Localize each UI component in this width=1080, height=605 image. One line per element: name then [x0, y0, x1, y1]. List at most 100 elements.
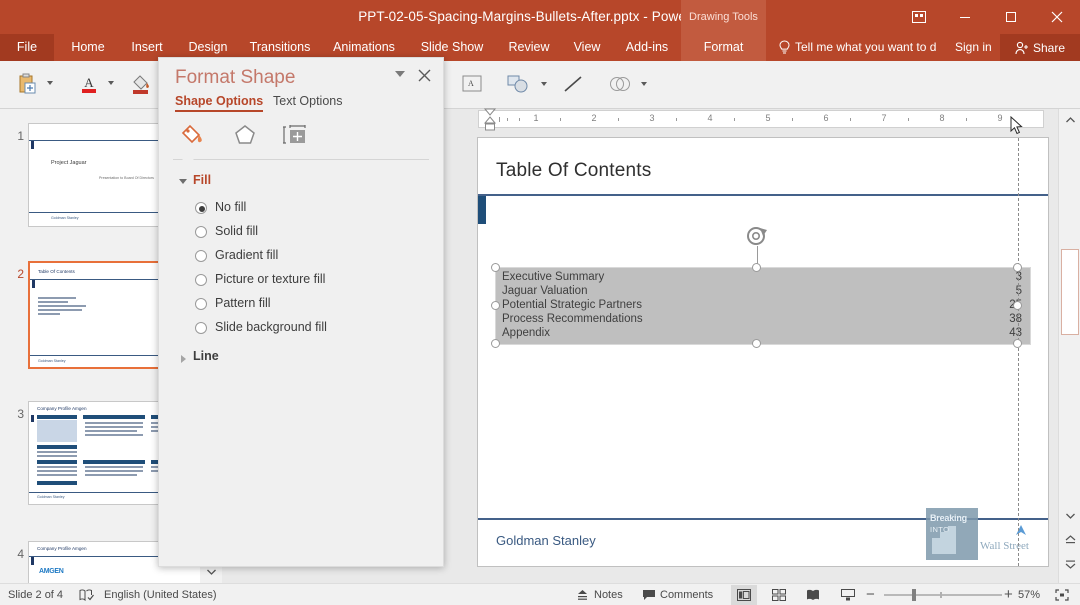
toc-row[interactable]: Executive Summary 3	[502, 271, 1022, 285]
shapes-gallery-button[interactable]	[505, 71, 535, 97]
effects-icon[interactable]	[229, 120, 263, 152]
shapes-dropdown-arrow-icon[interactable]	[541, 82, 547, 86]
tab-text-options[interactable]: Text Options	[273, 94, 342, 108]
toc-row[interactable]: Potential Strategic Partners 25	[502, 299, 1022, 313]
notes-button[interactable]: Notes	[594, 584, 623, 605]
slide-sorter-view-button[interactable]	[766, 585, 792, 605]
fill-section-expand-icon[interactable]	[179, 179, 187, 184]
resize-handle-bottom-center[interactable]	[752, 339, 761, 348]
resize-handle-middle-left[interactable]	[491, 301, 500, 310]
zoom-slider-knob[interactable]	[912, 589, 916, 601]
radio-solid-fill[interactable]	[195, 226, 207, 238]
vertical-scrollbar[interactable]	[1058, 109, 1080, 583]
line-section-header[interactable]: Line	[193, 349, 219, 363]
toc-entry-name: Appendix	[502, 327, 550, 339]
paste-button[interactable]	[14, 69, 42, 99]
resize-handle-bottom-right[interactable]	[1013, 339, 1022, 348]
text-box-button[interactable]: A	[459, 71, 485, 97]
spellcheck-icon[interactable]	[76, 584, 96, 605]
previous-slide-icon	[1065, 535, 1075, 544]
fit-slide-to-window-icon[interactable]	[1052, 584, 1072, 605]
normal-view-button[interactable]	[731, 585, 757, 605]
radio-no-fill[interactable]	[195, 202, 207, 214]
ribbon-tab-view[interactable]: View	[564, 34, 610, 61]
merge-shapes-dropdown-arrow-icon[interactable]	[641, 82, 647, 86]
scroll-down-icon	[1065, 513, 1075, 519]
ribbon-tab-file[interactable]: File	[0, 34, 54, 61]
share-button[interactable]: Share	[1000, 34, 1080, 61]
radio-picture-or-texture-fill[interactable]	[195, 274, 207, 286]
zoom-level-label[interactable]: 57%	[1018, 584, 1040, 605]
shape-fill-button[interactable]	[128, 69, 154, 99]
next-slide-icon	[1065, 560, 1075, 569]
toc-row[interactable]: Process Recommendations 38	[502, 313, 1022, 327]
tell-me-search-input[interactable]: Tell me what you want to d	[795, 34, 936, 61]
zoom-in-button[interactable]: +	[1004, 584, 1013, 605]
indent-marker-icon[interactable]	[483, 108, 497, 137]
resize-handle-middle-right[interactable]	[1013, 301, 1022, 310]
ribbon-tab-add-ins[interactable]: Add-ins	[616, 34, 678, 61]
merge-shapes-button[interactable]	[606, 71, 634, 97]
next-slide-button[interactable]	[1059, 553, 1080, 575]
close-icon[interactable]	[1034, 0, 1080, 34]
resize-handle-bottom-left[interactable]	[491, 339, 500, 348]
share-person-icon	[1015, 41, 1028, 54]
line-section-expand-icon[interactable]	[181, 355, 186, 363]
toc-entry-page: 38	[1009, 313, 1022, 325]
tab-shape-options[interactable]: Shape Options	[175, 94, 264, 112]
line-shape-button[interactable]	[560, 71, 586, 97]
sign-in-button[interactable]: Sign in	[955, 34, 992, 61]
resize-handle-top-center[interactable]	[752, 263, 761, 272]
slide-canvas[interactable]: Table Of Contents Executive Summary 3 Ja…	[478, 138, 1048, 566]
format-shape-panel-title: Format Shape	[175, 67, 296, 88]
scroll-down-button[interactable]	[1059, 505, 1080, 527]
ruler-tick-3: 3	[649, 113, 655, 123]
font-color-dropdown-arrow-icon[interactable]	[108, 81, 114, 85]
fill-option-label: Slide background fill	[215, 320, 327, 334]
comments-button[interactable]: Comments	[660, 584, 713, 605]
zoom-out-button[interactable]: −	[866, 584, 875, 605]
ribbon-display-options-icon[interactable]	[896, 0, 942, 34]
share-label: Share	[1032, 40, 1066, 55]
slide-footer-text[interactable]: Goldman Stanley	[496, 533, 596, 548]
ruler-tick-9: 9	[997, 113, 1003, 123]
radio-pattern-fill[interactable]	[195, 298, 207, 310]
table-of-contents-textbox[interactable]: Executive Summary 3 Jaguar Valuation 5 P…	[495, 267, 1031, 345]
reading-view-button[interactable]	[800, 585, 826, 605]
vertical-scrollbar-thumb[interactable]	[1061, 249, 1079, 335]
fill-and-line-icon[interactable]	[177, 120, 211, 152]
maximize-icon[interactable]	[988, 0, 1034, 34]
language-indicator[interactable]: English (United States)	[104, 584, 217, 605]
paste-dropdown-arrow-icon[interactable]	[47, 81, 53, 85]
size-and-properties-icon[interactable]	[279, 120, 313, 152]
thumbnail-number-2: 2	[17, 267, 24, 281]
radio-slide-background-fill[interactable]	[195, 322, 207, 334]
slide-title[interactable]: Table Of Contents	[496, 160, 651, 182]
previous-slide-button[interactable]	[1059, 529, 1080, 551]
format-shape-panel[interactable]: Format Shape Shape Options Text Options	[158, 57, 444, 567]
biws-logo-arrow-icon	[1016, 525, 1026, 535]
ribbon-tab-review[interactable]: Review	[500, 34, 558, 61]
font-color-button[interactable]: A	[76, 69, 102, 99]
ribbon-tab-home[interactable]: Home	[62, 34, 114, 61]
slide-show-button[interactable]	[835, 585, 861, 605]
toc-row[interactable]: Appendix 43	[502, 327, 1022, 341]
ribbon-tab-format[interactable]: Format	[681, 34, 766, 61]
resize-handle-top-right[interactable]	[1013, 263, 1022, 272]
resize-handle-top-left[interactable]	[491, 263, 500, 272]
comments-icon[interactable]	[640, 584, 658, 605]
close-icon[interactable]	[415, 66, 433, 84]
horizontal-ruler[interactable]: 1 2 3 4 5 6 7 8 9	[478, 110, 1044, 128]
chevron-down-icon[interactable]	[395, 71, 405, 77]
fill-section-header[interactable]: Fill	[193, 173, 211, 187]
ruler-tick-8: 8	[939, 113, 945, 123]
slide-counter[interactable]: Slide 2 of 4	[8, 584, 63, 605]
scroll-down-icon	[206, 569, 216, 575]
zoom-slider-track[interactable]	[884, 594, 1002, 596]
notes-icon[interactable]	[574, 584, 590, 605]
toc-row[interactable]: Jaguar Valuation 5	[502, 285, 1022, 299]
rotate-handle-icon[interactable]	[743, 224, 771, 253]
minimize-icon[interactable]	[942, 0, 988, 34]
radio-gradient-fill[interactable]	[195, 250, 207, 262]
scroll-up-button[interactable]	[1059, 109, 1080, 131]
